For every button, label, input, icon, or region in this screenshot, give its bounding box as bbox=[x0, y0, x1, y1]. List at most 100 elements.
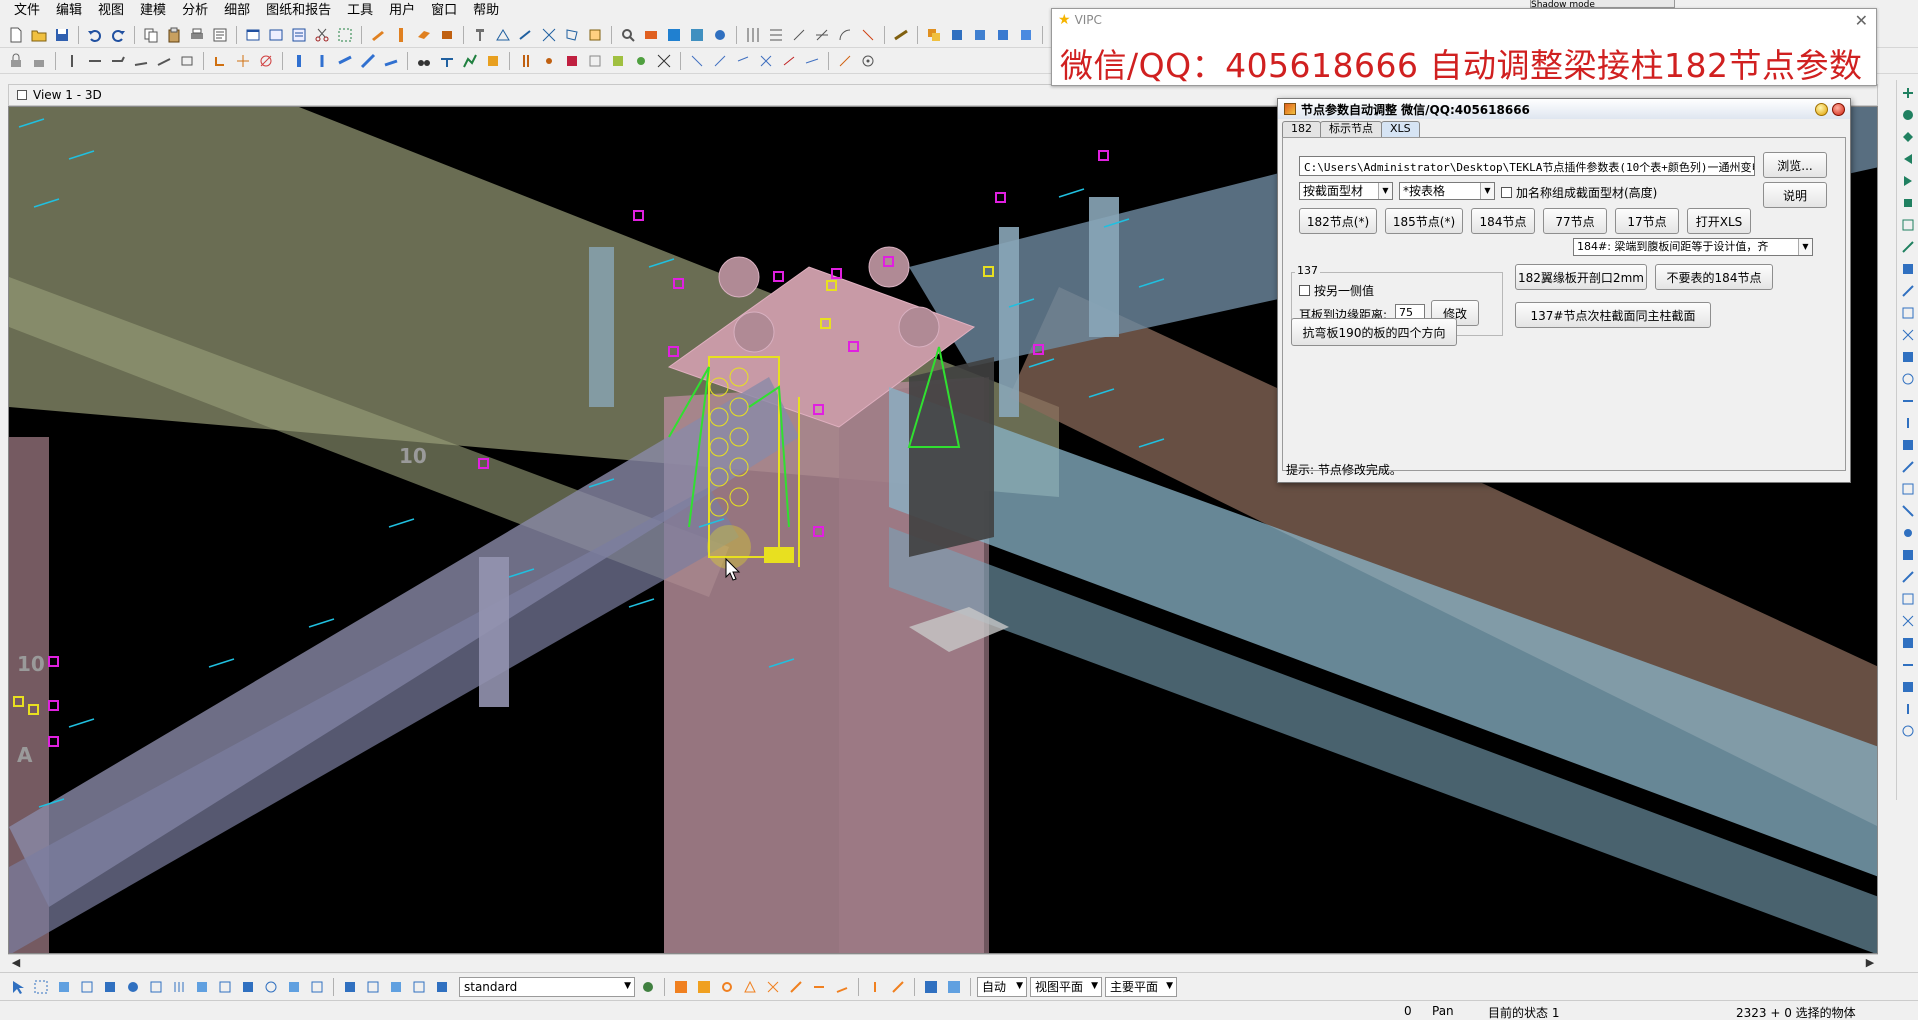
shadow-mode-tab[interactable]: Shadow mode bbox=[1530, 0, 1675, 8]
part-cut-icon[interactable] bbox=[585, 25, 605, 45]
select-components-icon[interactable] bbox=[483, 51, 503, 71]
side-tool-icon[interactable] bbox=[1899, 326, 1917, 344]
auto-select[interactable]: 自动 ▼ bbox=[977, 976, 1027, 997]
bolt-icon[interactable] bbox=[470, 25, 490, 45]
select-cuts-icon[interactable] bbox=[585, 51, 605, 71]
select-object-icon[interactable] bbox=[654, 51, 674, 71]
side-tool-icon[interactable] bbox=[1899, 84, 1917, 102]
node-17-button[interactable]: 17节点 bbox=[1615, 208, 1679, 234]
text-icon[interactable] bbox=[177, 51, 197, 71]
dialog-titlebar[interactable]: 节点参数自动调整 微信/QQ:405618666 bbox=[1278, 99, 1850, 119]
side-tool-icon[interactable] bbox=[1899, 502, 1917, 520]
close-button[interactable] bbox=[1832, 103, 1845, 116]
snap-toggle-icon[interactable] bbox=[888, 977, 908, 997]
connection-icon[interactable] bbox=[687, 25, 707, 45]
select-filter-icon[interactable] bbox=[238, 977, 258, 997]
select-filter-icon[interactable] bbox=[100, 977, 120, 997]
assembly-icon[interactable] bbox=[924, 25, 944, 45]
close-icon[interactable]: ✕ bbox=[1855, 11, 1868, 30]
properties-icon[interactable] bbox=[210, 25, 230, 45]
snap-toggle-icon[interactable] bbox=[763, 977, 783, 997]
select-icon[interactable] bbox=[335, 25, 355, 45]
snap-line-icon[interactable] bbox=[335, 51, 355, 71]
snap-grid-icon[interactable] bbox=[256, 51, 276, 71]
line-cut-icon[interactable] bbox=[539, 25, 559, 45]
select-filter-icon[interactable] bbox=[215, 977, 235, 997]
node-184-button[interactable]: 184节点 bbox=[1471, 208, 1535, 234]
moment-plate-190-button[interactable]: 抗弯板190的板的四个方向 bbox=[1291, 318, 1457, 346]
checkbox-box[interactable] bbox=[1299, 285, 1310, 296]
no-table-184-button[interactable]: 不要表的184节点 bbox=[1655, 264, 1773, 290]
snap-toggle-icon[interactable] bbox=[786, 977, 806, 997]
menu-detailing[interactable]: 细部 bbox=[216, 0, 258, 22]
macro-icon[interactable] bbox=[710, 25, 730, 45]
menu-view[interactable]: 视图 bbox=[90, 0, 132, 22]
copy-icon[interactable] bbox=[141, 25, 161, 45]
select-filter-icon[interactable] bbox=[31, 977, 51, 997]
clash-check-icon[interactable] bbox=[1016, 25, 1036, 45]
side-tool-icon[interactable] bbox=[1899, 414, 1917, 432]
select-parts-icon[interactable] bbox=[460, 51, 480, 71]
table-select[interactable]: *按表格 ▼ bbox=[1399, 182, 1495, 200]
weld-icon[interactable] bbox=[493, 25, 513, 45]
polygon-cut-icon[interactable] bbox=[562, 25, 582, 45]
search-icon[interactable] bbox=[618, 25, 638, 45]
select-filter-icon[interactable] bbox=[432, 977, 452, 997]
unlock-icon[interactable] bbox=[29, 51, 49, 71]
save-icon[interactable] bbox=[52, 25, 72, 45]
menu-edit[interactable]: 编辑 bbox=[48, 0, 90, 22]
snap-any-icon[interactable] bbox=[756, 51, 776, 71]
select-points-icon[interactable] bbox=[539, 51, 559, 71]
scroll-left-icon[interactable]: ◀ bbox=[8, 955, 24, 971]
side-tool-icon[interactable] bbox=[1899, 194, 1917, 212]
main-plane-select[interactable]: 主要平面 ▼ bbox=[1105, 976, 1177, 997]
snap-toggle-icon[interactable] bbox=[832, 977, 852, 997]
binoculars-icon[interactable] bbox=[414, 51, 434, 71]
select-arrow-icon[interactable] bbox=[8, 977, 28, 997]
node-184-option-select[interactable]: 184#: 梁端到腹板间距等于设计值，齐 ▼ bbox=[1573, 238, 1813, 256]
side-tool-icon[interactable] bbox=[1899, 436, 1917, 454]
select-filter-icon[interactable] bbox=[340, 977, 360, 997]
side-tool-icon[interactable] bbox=[1899, 656, 1917, 674]
open-xls-button[interactable]: 打开XLS bbox=[1687, 208, 1751, 234]
side-tool-icon[interactable] bbox=[1899, 304, 1917, 322]
horizontal-dim-icon[interactable] bbox=[85, 51, 105, 71]
snap-mid-icon[interactable] bbox=[312, 51, 332, 71]
cut-icon[interactable] bbox=[312, 25, 332, 45]
snap-slope-icon[interactable] bbox=[358, 51, 378, 71]
node-77-button[interactable]: 77节点 bbox=[1543, 208, 1607, 234]
snap-nearest-icon[interactable] bbox=[733, 51, 753, 71]
tab-182[interactable]: 182 bbox=[1282, 121, 1321, 137]
paste-icon[interactable] bbox=[164, 25, 184, 45]
side-tool-icon[interactable] bbox=[1899, 634, 1917, 652]
minimize-button[interactable] bbox=[1815, 103, 1828, 116]
arc-point-icon[interactable] bbox=[835, 25, 855, 45]
secondary-column-137-button[interactable]: 137#节点次柱截面同主柱截面 bbox=[1515, 302, 1711, 328]
side-tool-icon[interactable] bbox=[1899, 612, 1917, 630]
snap-icon[interactable] bbox=[210, 51, 230, 71]
profile-select[interactable]: 按截面型材 ▼ bbox=[1299, 182, 1393, 200]
menu-drawings-reports[interactable]: 图纸和报告 bbox=[258, 0, 339, 22]
measure-icon[interactable] bbox=[891, 25, 911, 45]
select-filter-icon[interactable] bbox=[123, 977, 143, 997]
checkbox-box[interactable] bbox=[1501, 187, 1512, 198]
snap-toggle-icon[interactable] bbox=[740, 977, 760, 997]
side-tool-icon[interactable] bbox=[1899, 348, 1917, 366]
window-icon[interactable] bbox=[243, 25, 263, 45]
menu-user[interactable]: 用户 bbox=[381, 0, 423, 22]
menu-window[interactable]: 窗口 bbox=[423, 0, 465, 22]
select-all-icon[interactable] bbox=[437, 51, 457, 71]
side-tool-icon[interactable] bbox=[1899, 568, 1917, 586]
select-filter-icon[interactable] bbox=[386, 977, 406, 997]
open-icon[interactable] bbox=[29, 25, 49, 45]
snap-toggle-icon[interactable] bbox=[865, 977, 885, 997]
point-icon[interactable] bbox=[789, 25, 809, 45]
fitting-icon[interactable] bbox=[516, 25, 536, 45]
browse-button[interactable]: 浏览... bbox=[1763, 152, 1827, 178]
snap-extension-icon[interactable] bbox=[802, 51, 822, 71]
pad-footing-icon[interactable] bbox=[437, 25, 457, 45]
filter-settings-icon[interactable] bbox=[638, 977, 658, 997]
explain-button[interactable]: 说明 bbox=[1763, 182, 1827, 208]
dim-angle-icon[interactable] bbox=[108, 51, 128, 71]
select-grid-icon[interactable] bbox=[516, 51, 536, 71]
